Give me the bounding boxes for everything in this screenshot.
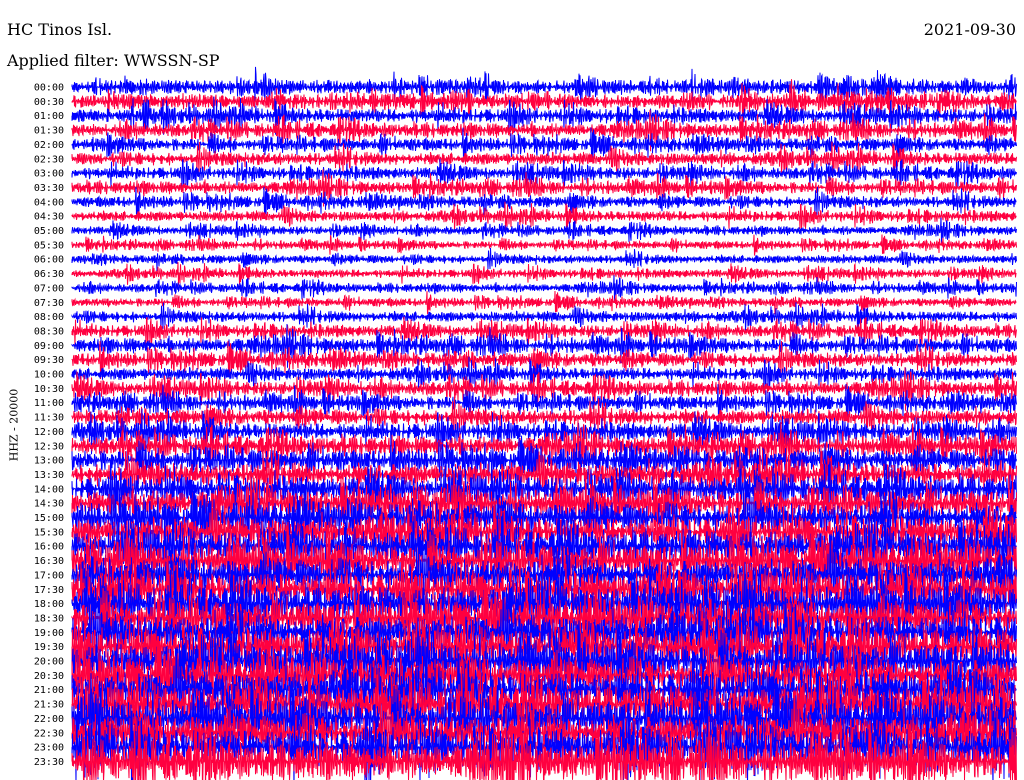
row-label-2030: 20:30 [34,671,64,682]
seismogram-plot: 00:00 00:30 01:00 01:30 02:00 02:30 03:00 03:30… [34,66,1017,780]
row-label-1300: 13:00 [34,456,64,467]
row-label-2130: 21:30 [34,700,64,711]
row-label-0130: 01:30 [34,126,64,137]
row-label-1030: 10:30 [34,384,64,395]
row-label-0830: 08:30 [34,326,64,337]
row-label-0200: 02:00 [34,140,64,151]
row-label-2330: 23:30 [34,757,64,768]
row-label-1230: 12:30 [34,441,64,452]
row-label-1930: 19:30 [34,642,64,653]
row-label-1900: 19:00 [34,628,64,639]
row-label-0030: 00:30 [34,97,64,108]
tick-labels-group: 00:00 00:30 01:00 01:30 02:00 02:30 03:00 03:30… [34,83,64,768]
row-label-0600: 06:00 [34,255,64,266]
row-label-0530: 05:30 [34,240,64,251]
row-label-0630: 06:30 [34,269,64,280]
row-label-0330: 03:30 [34,183,64,194]
row-label-2200: 22:00 [34,714,64,725]
row-label-1000: 10:00 [34,370,64,381]
row-label-2000: 20:00 [34,657,64,668]
row-label-2300: 23:00 [34,743,64,754]
row-label-0800: 08:00 [34,312,64,323]
trace-0530 [71,234,1017,256]
row-label-0730: 07:30 [34,298,64,309]
row-label-0000: 00:00 [34,83,64,94]
row-label-0700: 07:00 [34,283,64,294]
trace-0630 [71,262,1017,286]
row-label-0500: 05:00 [34,226,64,237]
row-label-1130: 11:30 [34,413,64,424]
row-label-2100: 21:00 [34,685,64,696]
trace-0700 [71,275,1017,302]
row-label-0900: 09:00 [34,341,64,352]
row-label-1700: 17:00 [34,570,64,581]
row-label-0230: 02:30 [34,154,64,165]
trace-0600 [71,247,1017,272]
row-label-1800: 18:00 [34,599,64,610]
row-label-1400: 14:00 [34,484,64,495]
traces-group [71,66,1017,780]
row-label-1500: 15:00 [34,513,64,524]
row-label-1530: 15:30 [34,527,64,538]
trace-0500 [71,217,1017,244]
row-label-0300: 03:00 [34,169,64,180]
row-label-1200: 12:00 [34,427,64,438]
row-label-1730: 17:30 [34,585,64,596]
row-label-1830: 18:30 [34,613,64,624]
row-label-1430: 14:30 [34,499,64,510]
row-label-0400: 04:00 [34,197,64,208]
row-label-0430: 04:30 [34,212,64,223]
row-label-1600: 16:00 [34,542,64,553]
row-label-1330: 13:30 [34,470,64,481]
row-label-0930: 09:30 [34,355,64,366]
row-label-0100: 01:00 [34,111,64,122]
row-label-2230: 22:30 [34,728,64,739]
row-label-1630: 16:30 [34,556,64,567]
row-label-1100: 11:00 [34,398,64,409]
